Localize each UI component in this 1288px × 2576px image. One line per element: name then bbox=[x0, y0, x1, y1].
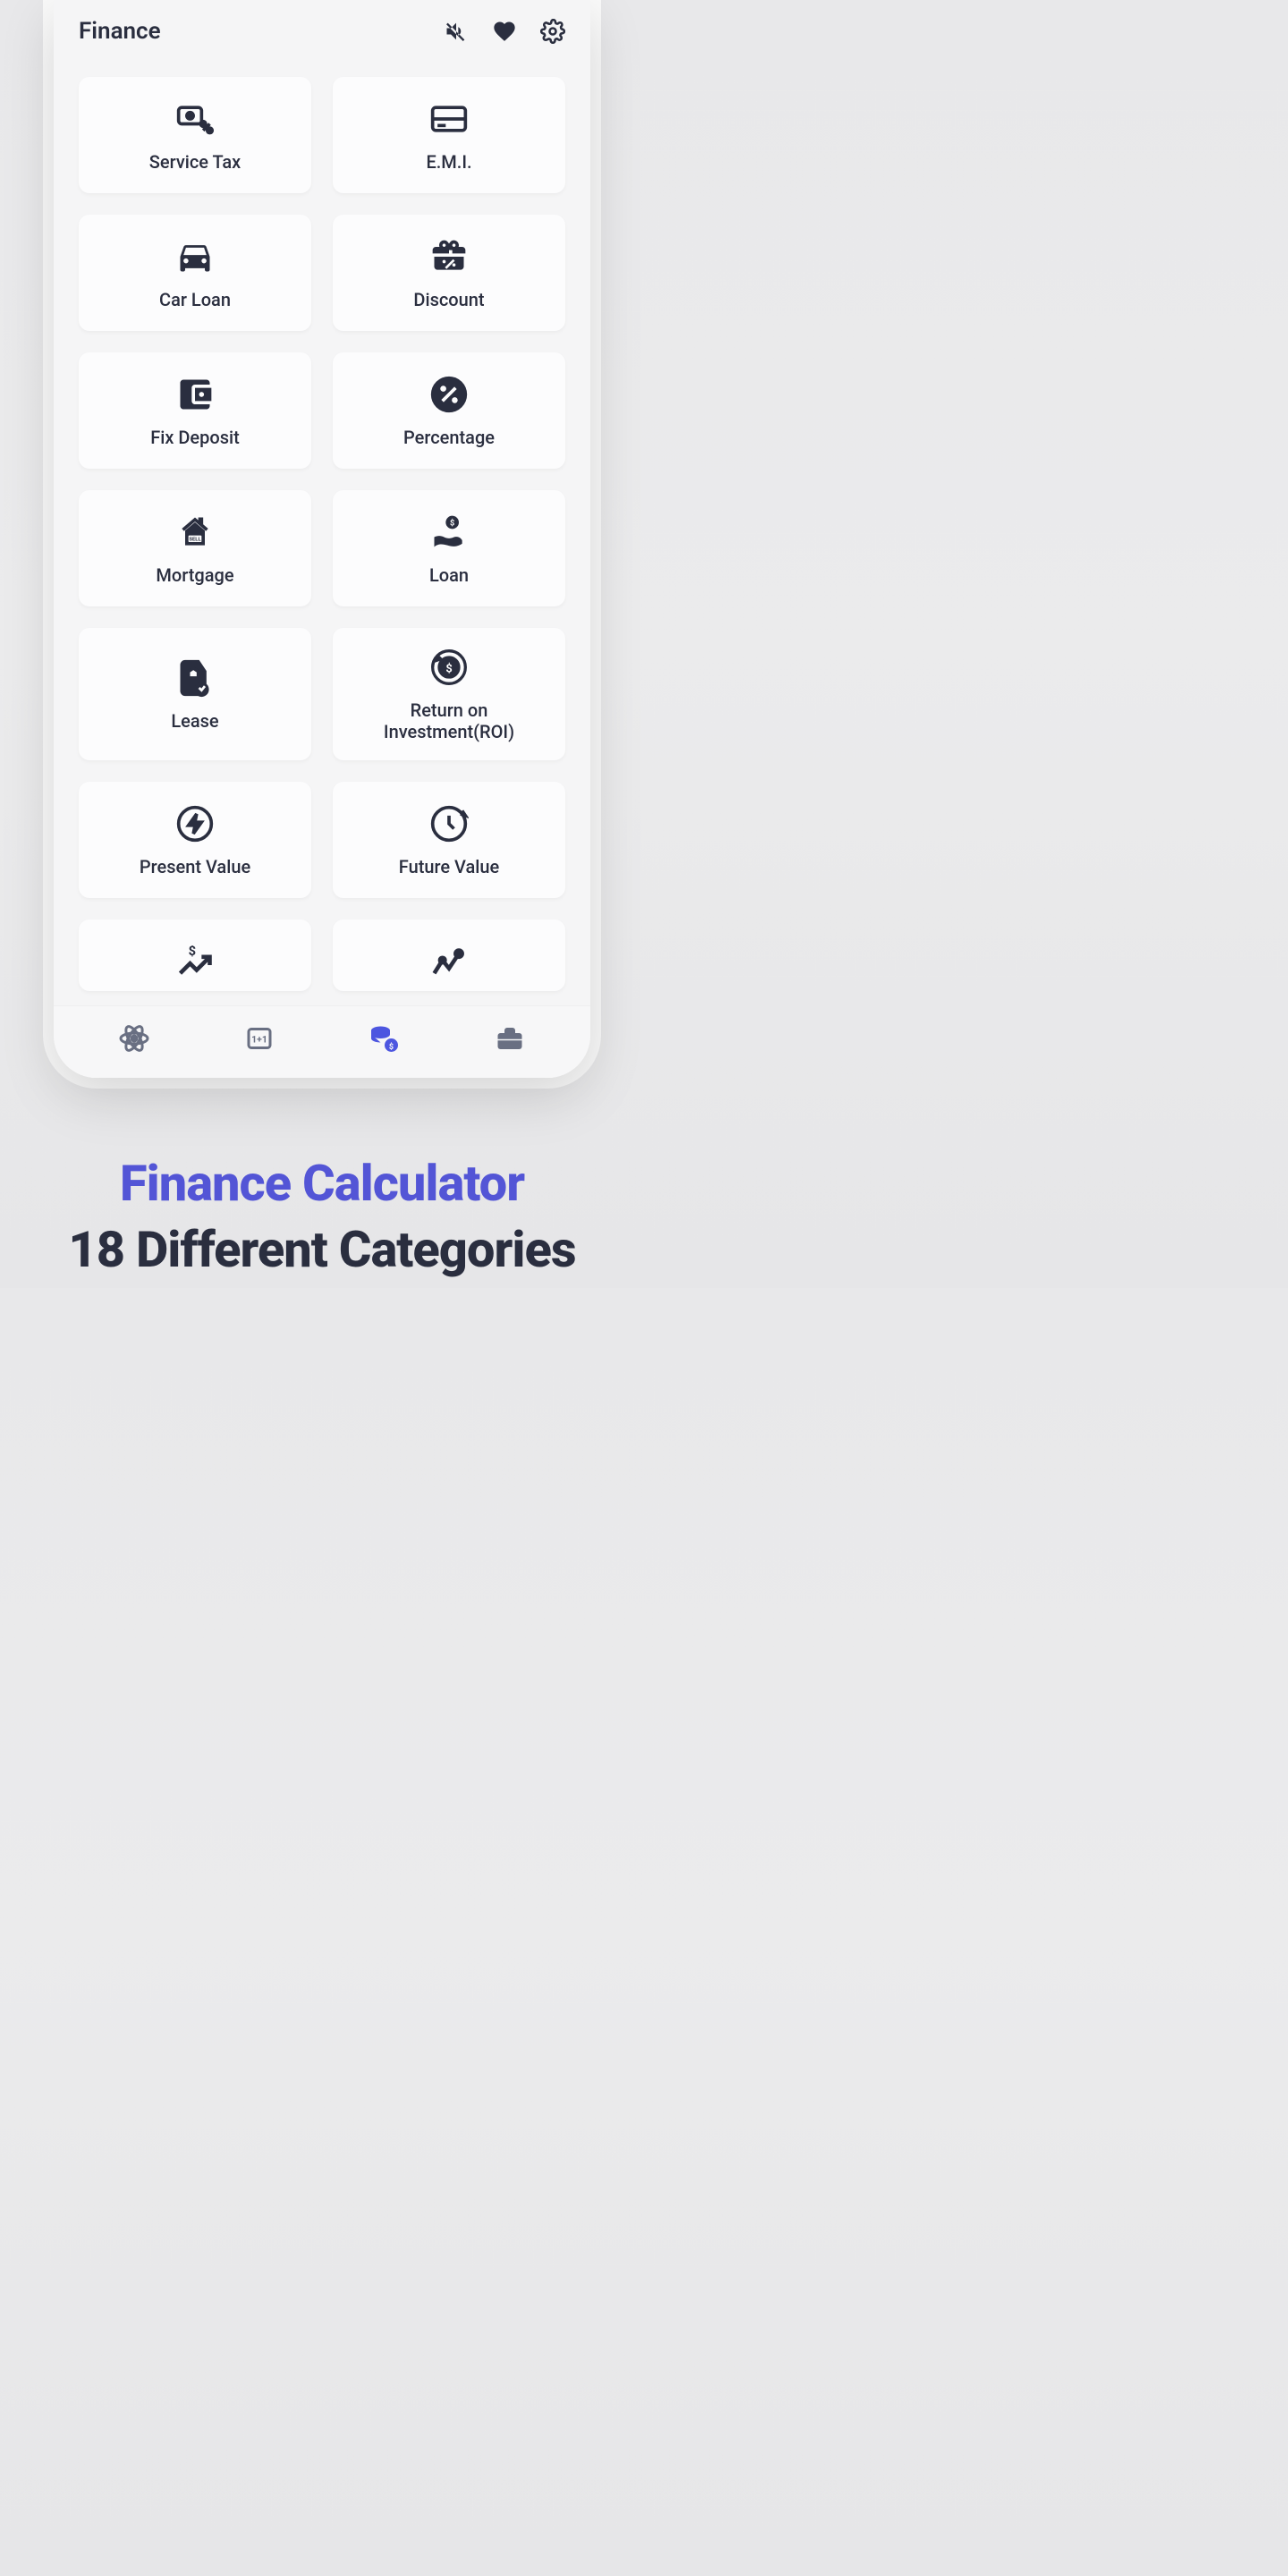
phone-screen: Finance Service Tax bbox=[54, 0, 590, 1078]
card-car-loan[interactable]: Car Loan bbox=[79, 215, 311, 331]
megaphone-off-icon[interactable] bbox=[444, 19, 469, 44]
card-label: Return on Investment(ROI) bbox=[343, 699, 555, 742]
card-label: Car Loan bbox=[159, 289, 231, 310]
card-future-value[interactable]: Future Value bbox=[333, 782, 565, 898]
card-fix-deposit[interactable]: Fix Deposit bbox=[79, 352, 311, 469]
car-icon bbox=[175, 237, 215, 276]
clock-forward-icon bbox=[429, 804, 469, 843]
discount-ticket-icon bbox=[429, 237, 469, 276]
svg-text:$: $ bbox=[189, 945, 196, 959]
analytics-icon bbox=[429, 945, 469, 985]
card-partial-right[interactable] bbox=[333, 919, 565, 991]
page-title: Finance bbox=[79, 18, 161, 45]
card-loan[interactable]: $ Loan bbox=[333, 490, 565, 606]
svg-text:$: $ bbox=[450, 519, 454, 529]
calculator-grid: Service Tax E.M.I. Car Loan Discount bbox=[54, 63, 590, 1005]
card-label: Percentage bbox=[403, 427, 495, 448]
roi-circle-icon: $ bbox=[429, 648, 469, 687]
card-lease[interactable]: Lease bbox=[79, 628, 311, 760]
card-label: Present Value bbox=[140, 856, 250, 877]
credit-card-icon bbox=[429, 99, 469, 139]
app-header: Finance bbox=[54, 0, 590, 63]
svg-text:1+1: 1+1 bbox=[251, 1034, 267, 1046]
card-service-tax[interactable]: Service Tax bbox=[79, 77, 311, 193]
card-mortgage[interactable]: SELL Mortgage bbox=[79, 490, 311, 606]
nav-briefcase-icon[interactable] bbox=[494, 1022, 526, 1055]
lightning-circle-icon bbox=[175, 804, 215, 843]
wallet-icon bbox=[175, 375, 215, 414]
card-label: Mortgage bbox=[156, 564, 233, 586]
promo-title: Finance Calculator bbox=[0, 1154, 644, 1213]
bottom-nav: 1+1 $ bbox=[54, 1005, 590, 1078]
nav-atom-icon[interactable] bbox=[118, 1022, 150, 1055]
card-label: Lease bbox=[171, 710, 218, 732]
svg-text:$: $ bbox=[445, 663, 452, 676]
card-label: E.M.I. bbox=[426, 151, 471, 173]
card-label: Service Tax bbox=[149, 151, 241, 173]
card-present-value[interactable]: Present Value bbox=[79, 782, 311, 898]
nav-calculator-icon[interactable]: 1+1 bbox=[243, 1022, 275, 1055]
card-partial-left[interactable]: $ bbox=[79, 919, 311, 991]
hand-coin-icon: $ bbox=[429, 513, 469, 552]
card-label: Loan bbox=[429, 564, 469, 586]
card-roi[interactable]: $ Return on Investment(ROI) bbox=[333, 628, 565, 760]
house-sell-icon: SELL bbox=[175, 513, 215, 552]
document-house-icon bbox=[175, 658, 215, 698]
gear-icon[interactable] bbox=[540, 19, 565, 44]
header-icons bbox=[444, 19, 565, 44]
nav-coins-icon[interactable]: $ bbox=[369, 1022, 401, 1055]
promo-subtitle: 18 Different Categories bbox=[0, 1220, 644, 1279]
percentage-circle-icon bbox=[429, 375, 469, 414]
phone-frame: Finance Service Tax bbox=[54, 0, 590, 1078]
money-percent-icon bbox=[175, 99, 215, 139]
card-label: Future Value bbox=[399, 856, 499, 877]
card-percentage[interactable]: Percentage bbox=[333, 352, 565, 469]
svg-text:SELL: SELL bbox=[189, 538, 201, 543]
svg-text:$: $ bbox=[389, 1042, 394, 1052]
chart-up-icon: $ bbox=[175, 945, 215, 985]
heart-icon[interactable] bbox=[492, 19, 517, 44]
card-label: Discount bbox=[413, 289, 484, 310]
card-emi[interactable]: E.M.I. bbox=[333, 77, 565, 193]
promo-section: Finance Calculator 18 Different Categori… bbox=[0, 1154, 644, 1279]
card-label: Fix Deposit bbox=[150, 427, 240, 448]
card-discount[interactable]: Discount bbox=[333, 215, 565, 331]
